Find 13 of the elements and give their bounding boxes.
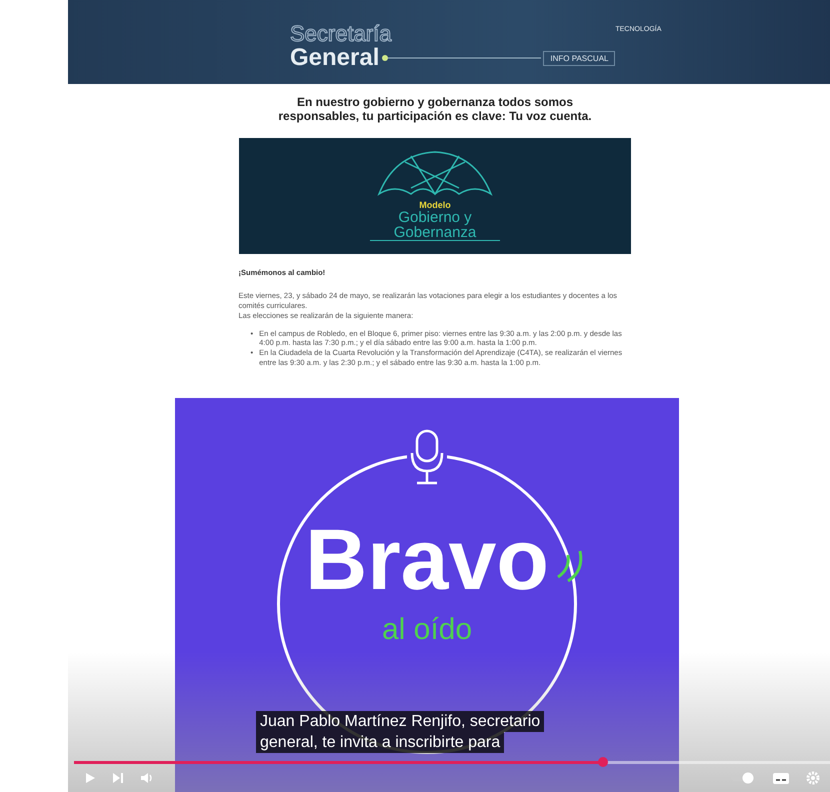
- next-icon[interactable]: [112, 772, 124, 784]
- play-icon[interactable]: [84, 772, 96, 784]
- podcast-title: Bravo: [305, 516, 549, 603]
- subtitles-icon[interactable]: [772, 772, 790, 784]
- headline: En nuestro gobierno y gobernanza todos somos responsables, tu participación es clave: Tu voz cuenta.: [277, 96, 593, 124]
- banner-label: Modelo: [419, 200, 451, 210]
- volume-icon[interactable]: [140, 772, 154, 784]
- header-title: General: [290, 45, 380, 71]
- settings-icon[interactable]: [806, 771, 820, 785]
- podcast-subtitle: al oído: [382, 612, 472, 647]
- header-title-outline: Secretaría: [290, 23, 393, 46]
- banner-title: Gobierno y Gobernanza: [370, 210, 500, 241]
- header-tag: INFO PASCUAL: [543, 50, 616, 66]
